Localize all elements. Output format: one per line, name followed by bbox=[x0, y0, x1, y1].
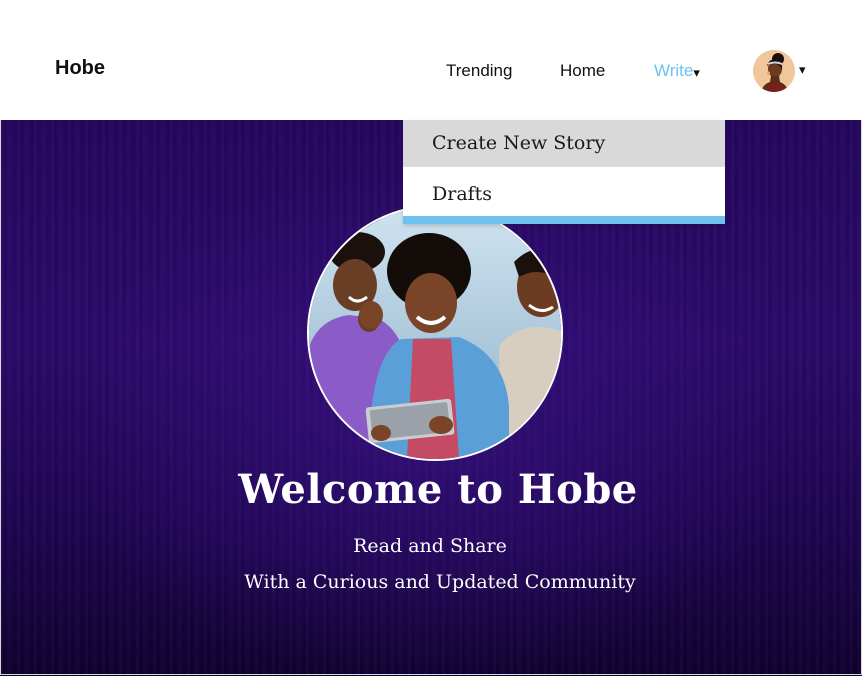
chevron-down-icon: ▾ bbox=[693, 65, 700, 80]
page: Hobe Trending Home Write▾ ▾ Welcome to H… bbox=[0, 0, 862, 676]
menu-item-create-new-story[interactable]: Create New Story bbox=[403, 120, 725, 167]
hero-title: Welcome to Hobe bbox=[238, 466, 638, 513]
user-avatar-icon bbox=[753, 50, 795, 92]
top-navbar: Hobe Trending Home Write▾ ▾ bbox=[0, 0, 862, 120]
group-with-tablet-photo bbox=[309, 207, 561, 459]
hero-subtitle-line2: With a Curious and Updated Community bbox=[244, 571, 636, 593]
nav-home-link[interactable]: Home bbox=[560, 61, 605, 81]
avatar bbox=[753, 50, 795, 92]
hero-subtitle-line1: Read and Share bbox=[353, 535, 507, 557]
nav-write-dropdown[interactable]: Write▾ bbox=[654, 61, 700, 81]
hero-image bbox=[307, 205, 563, 461]
nav-write-label: Write bbox=[654, 61, 694, 80]
chevron-down-icon: ▾ bbox=[799, 62, 806, 77]
menu-item-drafts[interactable]: Drafts bbox=[403, 167, 725, 216]
brand-logo[interactable]: Hobe bbox=[55, 57, 105, 80]
nav-trending-link[interactable]: Trending bbox=[446, 61, 512, 81]
write-dropdown-menu: Create New Story Drafts bbox=[403, 120, 725, 224]
user-menu-button[interactable]: ▾ bbox=[753, 50, 813, 92]
